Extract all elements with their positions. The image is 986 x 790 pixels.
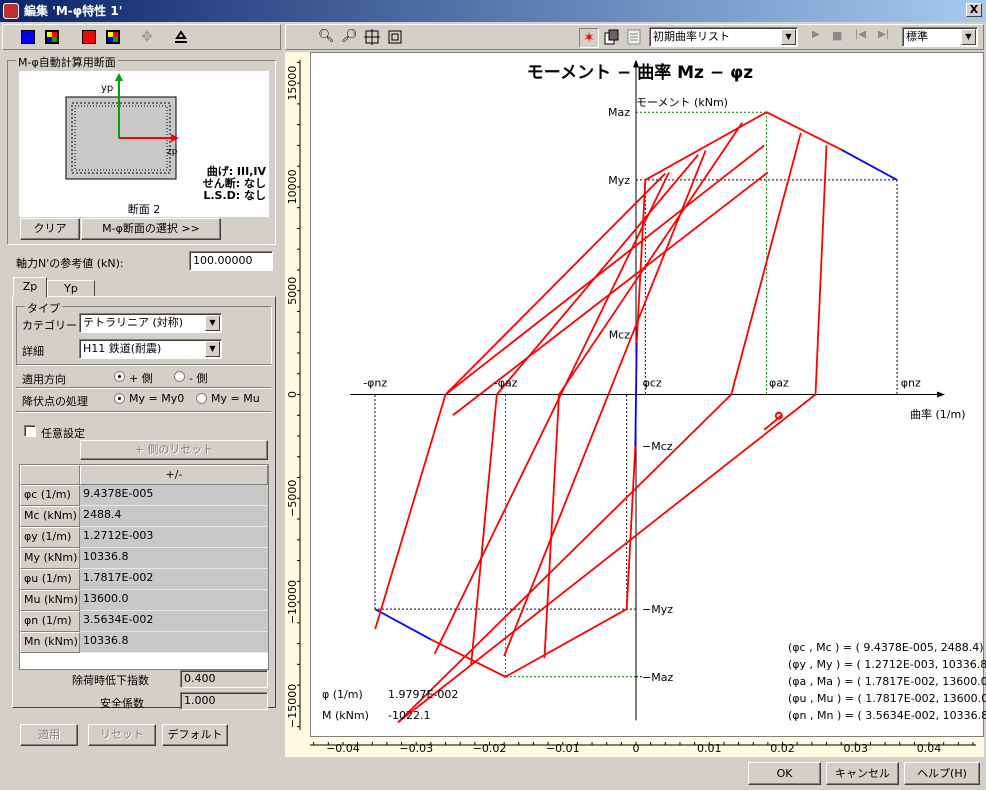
y-tick-label: 0 [286, 391, 299, 398]
x-tick-label: 0.03 [844, 742, 869, 755]
red-series-line [433, 172, 670, 655]
red-series-line [374, 172, 666, 630]
chart-title: モーメント − 曲率 Mz − φz [527, 62, 754, 83]
current-point-marker [774, 411, 783, 420]
red-series-line [635, 111, 842, 343]
y-tick-label: −15000 [286, 684, 299, 728]
x-tick-label: 0.02 [770, 742, 795, 755]
red-series-line [503, 150, 707, 657]
point-label: −Maz [642, 671, 673, 684]
red-series-line [430, 446, 637, 678]
tab-zp[interactable]: Zp [13, 277, 47, 297]
legend-line: (φy , My ) = ( 1.2712E-003, 10336.8) [788, 658, 986, 671]
cancel-button[interactable]: キャンセル [826, 762, 899, 785]
point-label: −Mcz [642, 440, 673, 453]
m-readout-value: -1022.1 [388, 709, 431, 722]
point-label: φnz [901, 377, 921, 390]
x-axis-arrow [937, 391, 946, 398]
point-label: Maz [608, 106, 630, 119]
y-tick-label: −10000 [286, 580, 299, 624]
point-label: -φaz [494, 377, 518, 390]
point-label: φcz [643, 377, 662, 390]
x-tick-label: 0.04 [917, 742, 942, 755]
mphi-chart: モーメント − 曲率 Mz − φz モーメント (kNm) 曲率 (1/m) … [286, 59, 976, 755]
blue-series-line [840, 148, 898, 181]
x-axis-label: 曲率 (1/m) [910, 407, 966, 421]
y-axis-label: モーメント (kNm) [636, 96, 728, 109]
x-tick-label: −0.02 [473, 742, 507, 755]
red-series-line [397, 132, 802, 724]
ok-button[interactable]: OK [748, 762, 821, 785]
legend-line: (φu , Mu ) = ( 1.7817E-002, 13600.0) [788, 692, 986, 705]
y-tick-label: 5000 [286, 277, 299, 305]
help-button[interactable]: ヘルプ(H) [904, 762, 980, 785]
y-tick-label: 15000 [286, 66, 299, 101]
point-label: -φnz [363, 377, 387, 390]
y-tick-label: 10000 [286, 169, 299, 204]
blue-series-line [374, 608, 432, 641]
x-tick-label: −0.01 [546, 742, 580, 755]
point-label: Myz [608, 174, 630, 187]
x-tick-label: 0.01 [697, 742, 722, 755]
x-tick-label: 0 [633, 742, 640, 755]
red-series-line [397, 145, 828, 724]
point-label: φaz [769, 377, 789, 390]
phi-readout-label: φ (1/m) [322, 688, 363, 701]
point-label: Mcz [609, 328, 631, 341]
point-label: −Myz [642, 603, 673, 616]
red-series-line [444, 144, 765, 396]
phi-readout-value: 1.9797E-002 [388, 688, 459, 701]
legend-line: (φn , Mn ) = ( 3.5634E-002, 10336.8) [788, 709, 986, 722]
x-tick-label: −0.03 [399, 742, 433, 755]
legend-line: (φa , Ma ) = ( 1.7817E-002, 13600.0) [788, 675, 986, 688]
legend-line: (φc , Mc ) = ( 9.4378E-005, 2488.4) [788, 641, 984, 654]
x-tick-label: −0.04 [326, 742, 360, 755]
y-tick-label: −5000 [286, 480, 299, 517]
m-readout-label: M (kNm) [322, 709, 369, 722]
